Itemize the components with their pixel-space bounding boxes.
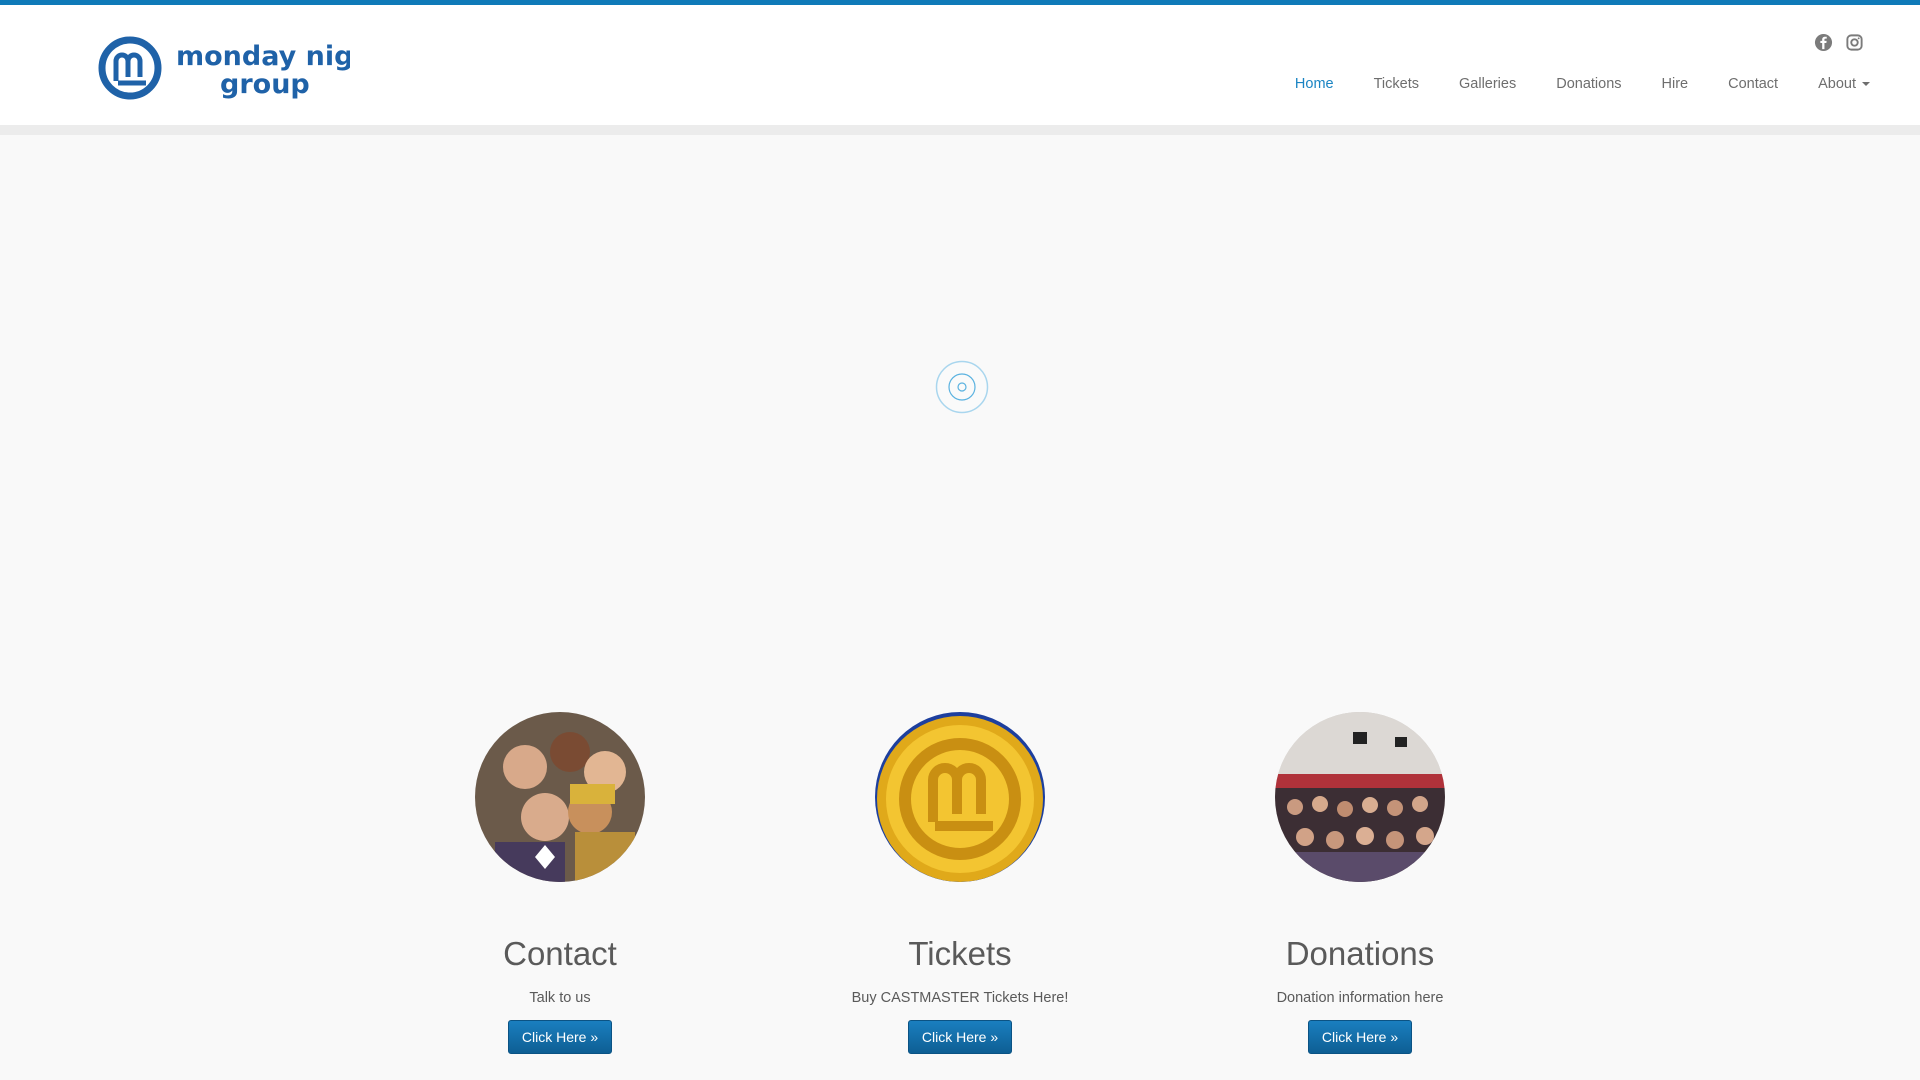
spinner-icon [935,360,989,414]
nav-about[interactable]: About [1798,76,1890,92]
audience-photo[interactable] [1275,712,1445,882]
main-nav: Home Tickets Galleries Donations Hire Co… [1275,76,1890,92]
site-logo[interactable]: monday night group [98,33,386,103]
nav-contact[interactable]: Contact [1708,76,1798,92]
social-links [1814,33,1864,52]
feature-tickets: Tickets Buy CASTMASTER Tickets Here! Cli… [760,712,1160,1054]
contact-click-here-button[interactable]: Click Here » [507,1020,613,1054]
nav-donations[interactable]: Donations [1536,76,1641,92]
nav-galleries[interactable]: Galleries [1439,76,1536,92]
nav-home[interactable]: Home [1275,76,1354,92]
nav-about-label: About [1818,76,1856,92]
donations-click-here-button[interactable]: Click Here » [1307,1020,1413,1054]
feature-text: Donation information here [1276,990,1444,1006]
gold-logo-coin[interactable] [875,712,1045,882]
cast-photo[interactable] [475,712,645,882]
feature-text: Talk to us [529,990,591,1006]
tickets-click-here-button[interactable]: Click Here » [907,1020,1013,1054]
facebook-icon[interactable] [1814,33,1833,52]
nav-tickets[interactable]: Tickets [1354,76,1439,92]
brand-line2: group [220,69,310,100]
hero-slider [0,135,1920,675]
feature-text: Buy CASTMASTER Tickets Here! [851,990,1069,1006]
feature-title: Contact [503,935,617,972]
header-shadow [0,125,1920,135]
nav-hire[interactable]: Hire [1642,76,1709,92]
site-header: monday night group Home Tickets Gallerie… [0,5,1920,125]
instagram-icon[interactable] [1845,33,1864,52]
brand-line1: monday night [176,41,350,72]
feature-title: Donations [1285,935,1435,972]
feature-contact: Contact Talk to us Click Here » [360,712,760,1054]
feature-title: Tickets [908,935,1012,972]
caret-down-icon [1862,82,1870,86]
feature-donations: Donations Donation information here Clic… [1160,712,1560,1054]
